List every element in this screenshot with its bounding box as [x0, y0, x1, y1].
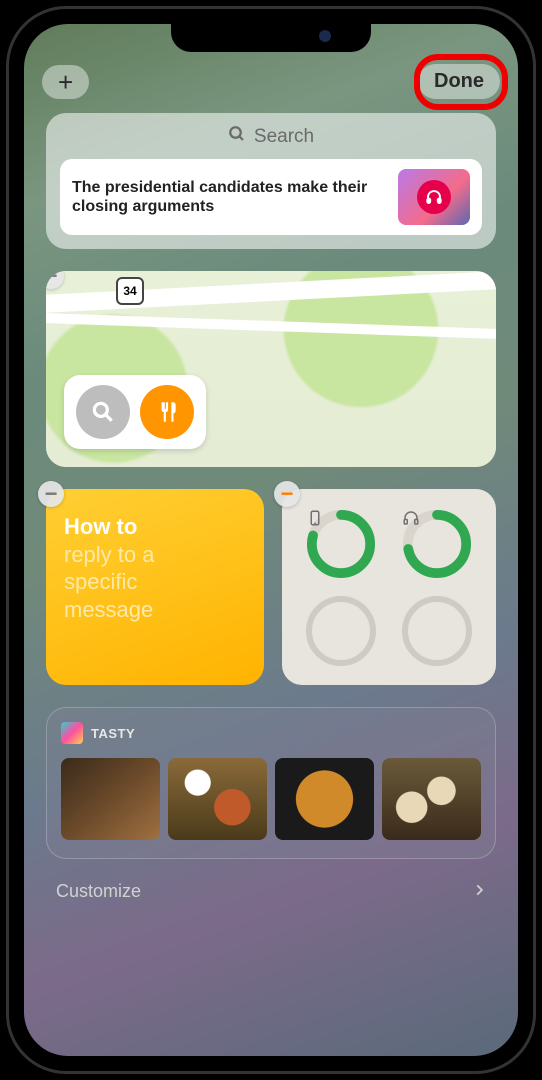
- highway-shield: 34: [116, 277, 144, 305]
- search-and-news-card: Search The presidential candidates make …: [46, 113, 496, 249]
- today-view-edit-screen: + Done Search The presidential candidate…: [24, 24, 518, 1056]
- battery-ring-headphones: [402, 509, 472, 579]
- recipe-thumbnail[interactable]: [275, 758, 374, 840]
- news-widget[interactable]: The presidential candidates make their c…: [60, 159, 482, 235]
- tasty-widget[interactable]: TASTY: [46, 707, 496, 859]
- notes-line: specific: [64, 569, 137, 594]
- battery-ring-empty: [306, 596, 376, 666]
- batteries-widget[interactable]: −: [282, 489, 496, 685]
- customize-button[interactable]: Customize: [42, 877, 500, 910]
- phone-frame: + Done Search The presidential candidate…: [6, 6, 536, 1074]
- map-quick-actions: [64, 375, 206, 449]
- widget-row: − How to reply to a specific message −: [46, 489, 496, 685]
- tasty-thumbnail-row: [61, 758, 481, 840]
- search-icon: [228, 125, 246, 149]
- done-button[interactable]: Done: [418, 64, 500, 99]
- notes-line: reply to a: [64, 542, 155, 567]
- recipe-thumbnail[interactable]: [61, 758, 160, 840]
- remove-widget-button[interactable]: −: [38, 481, 64, 507]
- chevron-right-icon: [472, 881, 486, 902]
- notes-line: How to: [64, 514, 137, 539]
- headphones-icon: [402, 509, 472, 579]
- remove-widget-button[interactable]: −: [274, 481, 300, 507]
- map-search-button[interactable]: [76, 385, 130, 439]
- map-food-button[interactable]: [140, 385, 194, 439]
- top-bar: + Done: [42, 64, 500, 99]
- phone-icon: [306, 509, 376, 579]
- notch: [171, 20, 371, 52]
- search-placeholder: Search: [254, 126, 314, 148]
- notes-widget[interactable]: − How to reply to a specific message: [46, 489, 264, 685]
- maps-widget[interactable]: − 34: [46, 271, 496, 467]
- customize-label: Customize: [56, 881, 141, 902]
- headphones-icon: [417, 180, 451, 214]
- search-field[interactable]: Search: [60, 125, 482, 149]
- battery-ring-phone: [306, 509, 376, 579]
- recipe-thumbnail[interactable]: [382, 758, 481, 840]
- notes-line: message: [64, 597, 153, 622]
- tasty-app-icon: [61, 722, 83, 744]
- tasty-app-label: TASTY: [91, 726, 135, 741]
- news-thumbnail: [398, 169, 470, 225]
- recipe-thumbnail[interactable]: [168, 758, 267, 840]
- battery-ring-empty: [402, 596, 472, 666]
- tasty-header: TASTY: [61, 722, 481, 744]
- add-widget-button[interactable]: +: [42, 65, 89, 99]
- news-headline: The presidential candidates make their c…: [72, 178, 388, 216]
